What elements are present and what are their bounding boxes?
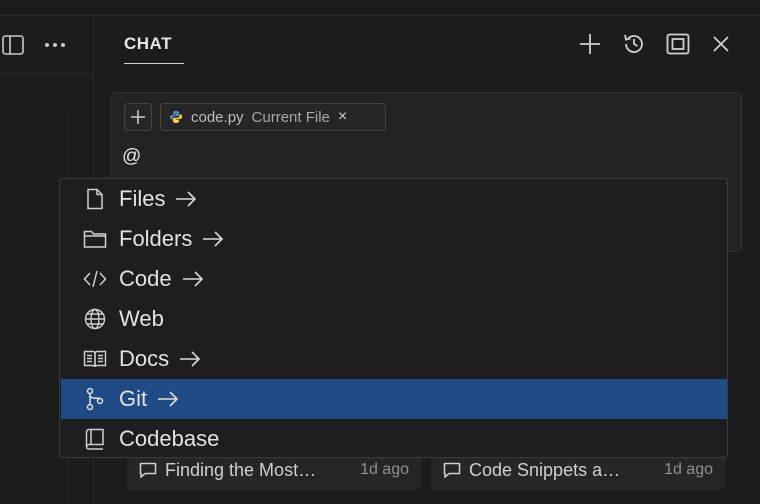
- maximize-panel-icon[interactable]: [664, 30, 692, 58]
- more-actions-icon[interactable]: [42, 32, 68, 58]
- history-icon[interactable]: [620, 30, 648, 58]
- book-icon: [83, 347, 107, 371]
- arrow-right-icon: [175, 191, 197, 207]
- add-context-button[interactable]: [124, 103, 152, 131]
- attached-file-name: code.py: [191, 108, 244, 126]
- toggle-sidebar-icon[interactable]: [0, 32, 26, 58]
- arrow-right-icon: [182, 271, 204, 287]
- repo-icon: [83, 427, 107, 451]
- left-panel-divider: [0, 73, 94, 74]
- recent-chat-time: 1d ago: [360, 461, 409, 478]
- recent-chat-title: Code Snippets a…: [469, 459, 621, 480]
- menu-item-label: Git: [119, 386, 148, 411]
- menu-item-folders[interactable]: Folders: [61, 219, 727, 259]
- menu-item-code[interactable]: Code: [61, 259, 727, 299]
- close-icon[interactable]: [707, 30, 735, 58]
- mention-menu: Files Folders Code Web Docs Git Codebase: [59, 178, 728, 458]
- menu-item-web[interactable]: Web: [61, 299, 727, 339]
- globe-icon: [83, 307, 107, 331]
- recent-chat-time: 1d ago: [664, 461, 713, 478]
- git-branch-icon: [83, 387, 107, 411]
- menu-item-label: Folders: [119, 226, 193, 251]
- menu-item-git[interactable]: Git: [61, 379, 727, 419]
- menu-item-label: Codebase: [119, 426, 220, 451]
- window-top-border: [0, 15, 760, 16]
- arrow-right-icon: [202, 231, 224, 247]
- new-chat-icon[interactable]: [576, 30, 604, 58]
- recent-chat-title: Finding the Most…: [165, 459, 317, 480]
- chat-bubble-icon: [443, 462, 461, 478]
- menu-item-label: Docs: [119, 346, 170, 371]
- arrow-right-icon: [157, 391, 179, 407]
- menu-item-label: Web: [119, 306, 164, 331]
- chat-bubble-icon: [139, 462, 157, 478]
- context-file-chip[interactable]: code.py Current File ×: [160, 103, 386, 131]
- menu-item-label: Code: [119, 266, 172, 291]
- menu-item-label: Files: [119, 186, 166, 211]
- menu-item-docs[interactable]: Docs: [61, 339, 727, 379]
- python-file-icon: [169, 110, 183, 124]
- file-icon: [83, 187, 107, 211]
- menu-item-files[interactable]: Files: [61, 179, 727, 219]
- remove-attachment-icon[interactable]: ×: [338, 108, 347, 126]
- arrow-right-icon: [179, 351, 201, 367]
- attached-file-context: Current File: [251, 108, 330, 126]
- tab-chat[interactable]: CHAT: [124, 34, 184, 64]
- menu-item-codebase[interactable]: Codebase: [61, 419, 727, 459]
- folder-icon: [83, 227, 107, 251]
- chat-input-text[interactable]: @: [122, 146, 141, 168]
- code-icon: [83, 267, 107, 291]
